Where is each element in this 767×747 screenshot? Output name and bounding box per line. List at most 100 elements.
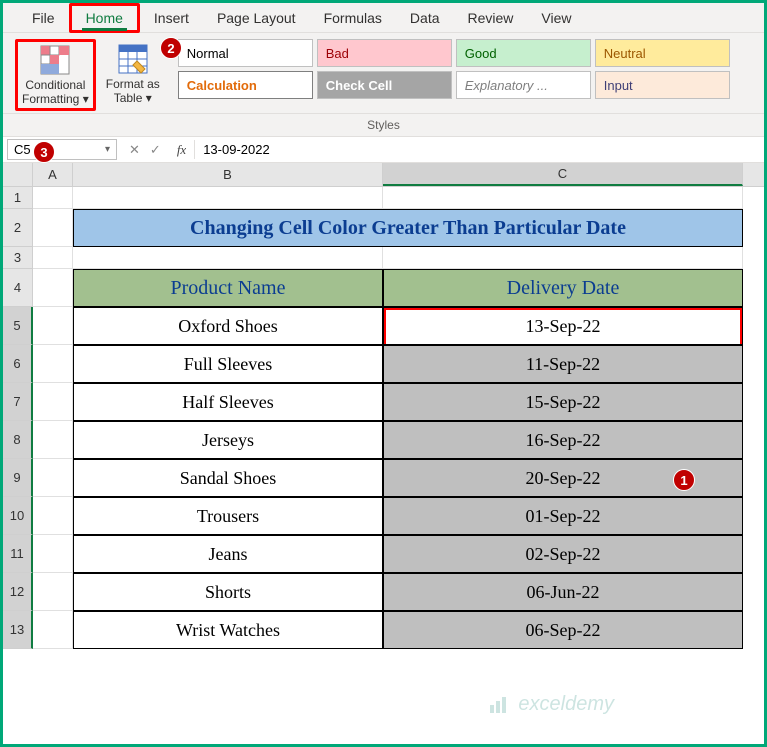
watermark: exceldemy — [488, 693, 614, 716]
table-header[interactable]: Product Name — [73, 269, 383, 307]
style-normal[interactable]: Normal — [178, 39, 313, 67]
style-calculation[interactable]: Calculation — [178, 71, 313, 99]
format-as-table-button[interactable]: Format as Table ▾ — [100, 39, 166, 109]
chevron-down-icon: ▾ — [146, 91, 152, 105]
row-header[interactable]: 13 — [3, 611, 33, 649]
cell-date[interactable]: 13-Sep-22 — [383, 307, 743, 345]
column-headers: A B C — [3, 163, 764, 187]
row-header[interactable]: 7 — [3, 383, 33, 421]
table-row: Trousers01-Sep-22 — [33, 497, 743, 535]
row-header[interactable]: 10 — [3, 497, 33, 535]
cell-product[interactable]: Jeans — [73, 535, 383, 573]
cell-product[interactable]: Full Sleeves — [73, 345, 383, 383]
cell[interactable] — [33, 421, 73, 459]
conditional-formatting-button[interactable]: Conditional Formatting ▾ — [15, 39, 96, 111]
fmt-label-1: Format as — [106, 77, 160, 91]
step-badge-1: 1 — [673, 469, 695, 491]
cell[interactable] — [33, 459, 73, 497]
name-box[interactable]: C5 ▾ — [7, 139, 117, 160]
style-good[interactable]: Good — [456, 39, 591, 67]
row-header[interactable]: 4 — [3, 269, 33, 307]
table-row: Shorts06-Jun-22 — [33, 573, 743, 611]
tab-review[interactable]: Review — [454, 3, 528, 33]
conditional-formatting-icon — [39, 44, 71, 76]
tab-view[interactable]: View — [527, 3, 585, 33]
cell[interactable] — [33, 383, 73, 421]
cell-styles-gallery[interactable]: Normal Bad Good Neutral Calculation Chec… — [178, 39, 748, 99]
cell-product[interactable]: Shorts — [73, 573, 383, 611]
cell[interactable] — [33, 345, 73, 383]
tab-insert[interactable]: Insert — [140, 3, 203, 33]
table-row: Half Sleeves15-Sep-22 — [33, 383, 743, 421]
row-header[interactable]: 2 — [3, 209, 33, 247]
col-header-C[interactable]: C — [383, 163, 743, 186]
row-header[interactable]: 8 — [3, 421, 33, 459]
cancel-icon[interactable]: ✕ — [129, 142, 140, 158]
fmt-label-2: Table — [114, 91, 143, 105]
col-header-A[interactable]: A — [33, 163, 73, 186]
tab-home[interactable]: Home — [69, 3, 140, 33]
table-row: Jeans02-Sep-22 — [33, 535, 743, 573]
table-row: Jerseys16-Sep-22 — [33, 421, 743, 459]
fx-icon[interactable]: fx — [177, 142, 186, 158]
cell-product[interactable]: Wrist Watches — [73, 611, 383, 649]
table-row: Full Sleeves11-Sep-22 — [33, 345, 743, 383]
chevron-down-icon: ▾ — [105, 144, 110, 155]
table-row: Wrist Watches06-Sep-22 — [33, 611, 743, 649]
cell-date[interactable]: 15-Sep-22 — [383, 383, 743, 421]
chart-icon — [488, 695, 512, 715]
enter-icon[interactable]: ✓ — [150, 142, 161, 158]
row-header[interactable]: 5 — [3, 307, 33, 345]
cell-date[interactable]: 02-Sep-22 — [383, 535, 743, 573]
col-header-B[interactable]: B — [73, 163, 383, 186]
table-header[interactable]: Delivery Date — [383, 269, 743, 307]
cell-product[interactable]: Sandal Shoes — [73, 459, 383, 497]
row-header[interactable]: 11 — [3, 535, 33, 573]
cell-product[interactable]: Half Sleeves — [73, 383, 383, 421]
chevron-down-icon: ▾ — [83, 92, 89, 106]
style-explanatory[interactable]: Explanatory ... — [456, 71, 591, 99]
tab-file[interactable]: File — [18, 3, 69, 33]
cell-date[interactable]: 06-Jun-22 — [383, 573, 743, 611]
tab-pagelayout[interactable]: Page Layout — [203, 3, 310, 33]
format-as-table-icon — [117, 43, 149, 75]
tab-data[interactable]: Data — [396, 3, 454, 33]
formula-input[interactable]: 13-09-2022 — [194, 140, 764, 159]
step-badge-3: 3 — [33, 141, 55, 163]
cell-date[interactable]: 16-Sep-22 — [383, 421, 743, 459]
select-all-corner[interactable] — [3, 163, 33, 186]
row-header[interactable]: 6 — [3, 345, 33, 383]
name-box-value: C5 — [14, 142, 31, 157]
row-header[interactable]: 9 — [3, 459, 33, 497]
tab-formulas[interactable]: Formulas — [310, 3, 396, 33]
row-header[interactable]: 12 — [3, 573, 33, 611]
cell-product[interactable]: Trousers — [73, 497, 383, 535]
style-input[interactable]: Input — [595, 71, 730, 99]
title-cell[interactable]: Changing Cell Color Greater Than Particu… — [73, 209, 743, 247]
cell-date[interactable]: 01-Sep-22 — [383, 497, 743, 535]
cf-label-2: Formatting — [22, 92, 79, 106]
styles-group-label: Styles — [3, 114, 764, 137]
table-row: Oxford Shoes13-Sep-22 — [33, 307, 743, 345]
style-check-cell[interactable]: Check Cell — [317, 71, 452, 99]
row-headers: 1 2 3 4 5 6 7 8 9 10 11 12 13 — [3, 187, 33, 649]
cell-product[interactable]: Jerseys — [73, 421, 383, 459]
cell-date[interactable]: 06-Sep-22 — [383, 611, 743, 649]
row-header[interactable]: 1 — [3, 187, 33, 209]
style-bad[interactable]: Bad — [317, 39, 452, 67]
step-badge-2: 2 — [160, 37, 182, 59]
style-neutral[interactable]: Neutral — [595, 39, 730, 67]
cell-product[interactable]: Oxford Shoes — [73, 307, 383, 345]
ribbon: Conditional Formatting ▾ Format as Table… — [3, 33, 764, 114]
cell[interactable] — [33, 573, 73, 611]
formula-bar: C5 ▾ ✕ ✓ fx 13-09-2022 — [3, 137, 764, 163]
table-row: Sandal Shoes20-Sep-22 — [33, 459, 743, 497]
cell[interactable] — [33, 307, 73, 345]
cell[interactable] — [33, 535, 73, 573]
row-header[interactable]: 3 — [3, 247, 33, 269]
cell[interactable] — [33, 611, 73, 649]
worksheet-grid: 1 2 3 4 5 6 7 8 9 10 11 12 13 Changing C… — [3, 187, 764, 649]
cell[interactable] — [33, 497, 73, 535]
cell-date[interactable]: 11-Sep-22 — [383, 345, 743, 383]
ribbon-tabs: File Home Insert Page Layout Formulas Da… — [3, 3, 764, 33]
